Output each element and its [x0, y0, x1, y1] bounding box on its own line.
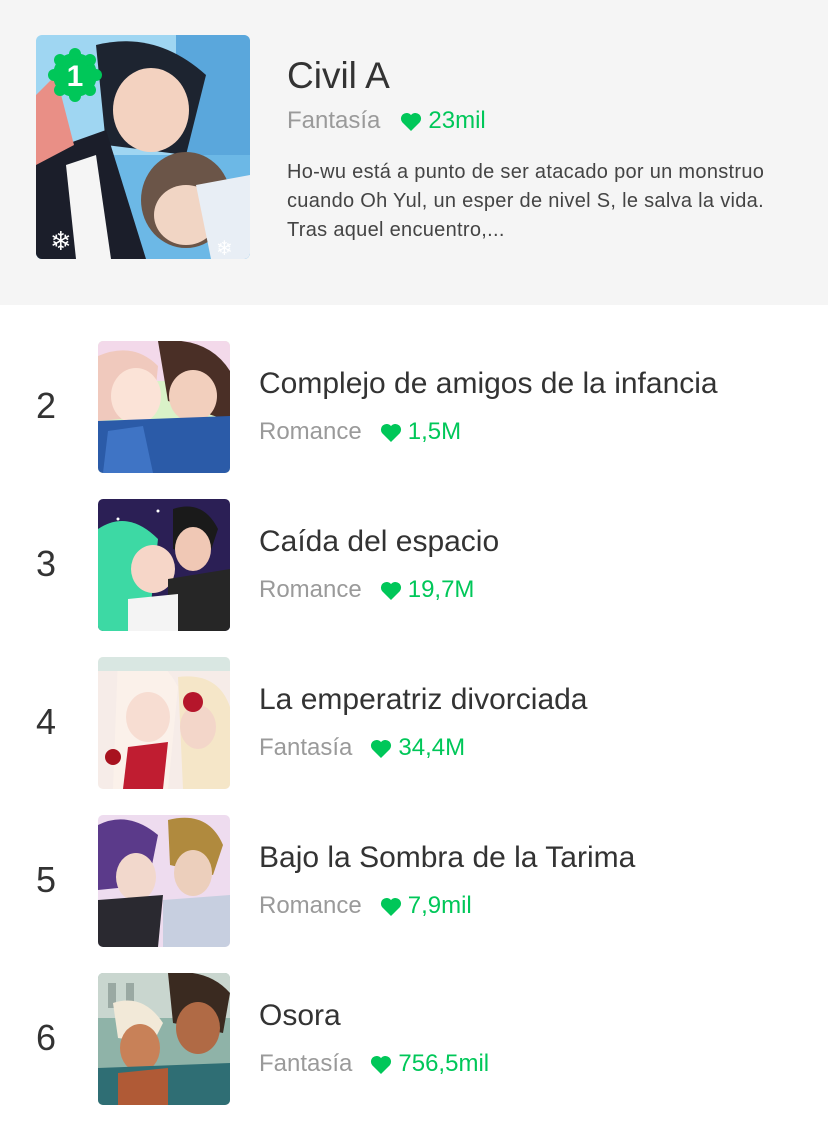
title-text[interactable]: Complejo de amigos de la infancia [259, 367, 718, 401]
ranking-row[interactable]: 2 Complejo de amigos de la infancia Roma… [0, 341, 828, 473]
likes: 34,4M [370, 734, 465, 762]
cover-thumbnail[interactable] [98, 657, 230, 789]
heart-icon [371, 739, 392, 758]
ranking-row[interactable]: 4 La emperatriz divorciada Fantasía 34,4… [0, 657, 828, 789]
rank-number: 3 [36, 543, 57, 584]
meta: Romance 1,5M [259, 418, 461, 446]
svg-text:❄: ❄ [216, 236, 233, 259]
rank-number: 6 [36, 1017, 57, 1058]
likes-count: 7,9mil [407, 892, 472, 919]
rank-number: 4 [36, 701, 57, 742]
genre-text: Romance [259, 418, 362, 445]
likes: 1,5M [380, 418, 461, 446]
title-text[interactable]: La emperatriz divorciada [259, 683, 588, 717]
title-text[interactable]: Bajo la Sombra de la Tarima [259, 841, 635, 875]
ranking-row[interactable]: 6 Osora Fantasía 756,5mil [0, 973, 828, 1105]
likes-count: 19,7M [407, 576, 475, 603]
likes-count: 1,5M [407, 418, 462, 445]
featured-likes-count: 23mil [428, 107, 486, 134]
likes-count: 756,5mil [398, 1050, 490, 1077]
likes: 7,9mil [380, 892, 472, 920]
featured-rank: 1 [67, 60, 84, 93]
cover-thumbnail[interactable] [98, 499, 230, 631]
likes: 19,7M [380, 576, 475, 604]
meta: Romance 19,7M [259, 576, 474, 604]
genre-text: Fantasía [259, 1050, 353, 1077]
ranking-row[interactable]: 3 Caída del espacio Romance 19,7M [0, 499, 828, 631]
ranking-row[interactable]: 5 Bajo la Sombra de la Tarima Romance 7,… [0, 815, 828, 947]
svg-text:❄: ❄ [50, 227, 72, 257]
title-text[interactable]: Caída del espacio [259, 525, 499, 559]
featured-item[interactable]: ❄ ❄ 1 Civil A Fantasía 23mil Ho-wu está … [0, 0, 828, 305]
likes: 756,5mil [370, 1050, 489, 1078]
meta: Fantasía 34,4M [259, 734, 465, 762]
featured-genre: Fantasía [287, 107, 381, 134]
genre-text: Fantasía [259, 734, 353, 761]
cover-thumbnail[interactable] [98, 815, 230, 947]
likes-count: 34,4M [398, 734, 466, 761]
rank-number: 2 [36, 385, 57, 426]
featured-description: Ho-wu está a punto de ser atacado por un… [287, 161, 765, 241]
heart-icon [401, 112, 422, 131]
heart-icon [380, 897, 401, 916]
cover-thumbnail[interactable] [98, 973, 230, 1105]
heart-icon [371, 1055, 392, 1074]
heart-icon [380, 423, 401, 442]
rank-badge-icon: 1 [48, 48, 102, 102]
featured-meta: Fantasía 23mil [287, 107, 486, 135]
heart-icon [380, 581, 401, 600]
genre-text: Romance [259, 892, 362, 919]
featured-likes: 23mil [400, 107, 486, 135]
rank-number: 5 [36, 859, 57, 900]
title-text[interactable]: Osora [259, 999, 341, 1033]
cover-thumbnail[interactable] [98, 341, 230, 473]
featured-title[interactable]: Civil A [287, 55, 390, 97]
genre-text: Romance [259, 576, 362, 603]
meta: Romance 7,9mil [259, 892, 472, 920]
meta: Fantasía 756,5mil [259, 1050, 489, 1078]
